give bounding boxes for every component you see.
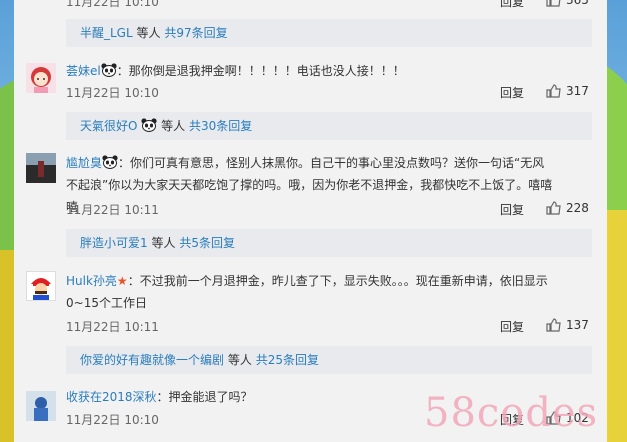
comment-username[interactable]: 荟妹el	[66, 64, 101, 78]
like-count: 137	[566, 318, 589, 332]
reply-summary-text: 等人	[161, 119, 186, 133]
reply-count-link[interactable]: 共25条回复	[256, 353, 319, 367]
avatar[interactable]	[26, 153, 56, 183]
like-button[interactable]: 228	[546, 201, 589, 215]
comment-username[interactable]: Hulk孙亮	[66, 274, 117, 288]
thumbs-up-icon	[546, 201, 561, 215]
avatar[interactable]	[26, 63, 56, 93]
reply-summary-text: 等人	[151, 236, 176, 250]
watermark: 58codes	[424, 390, 599, 436]
comment-time: 11月22日 10:10	[66, 86, 159, 100]
like-button[interactable]: 317	[546, 84, 589, 98]
like-count: 365	[566, 0, 589, 7]
thumbs-up-icon	[546, 318, 561, 332]
panda-emoji-icon	[141, 118, 157, 132]
reply-button[interactable]: 回复	[500, 201, 524, 218]
reply-count-link[interactable]: 共97条回复	[164, 26, 227, 40]
avatar[interactable]	[26, 271, 56, 301]
comment-time: 11月22日 10:11	[66, 203, 159, 217]
star-badge-icon: ★	[116, 274, 128, 288]
comments-panel: 11月22日 10:10 回复 365 半醒_LGL 等人 共97条回复 荟妹e…	[14, 0, 607, 442]
reply-summary-bar[interactable]: 你爱的好有趣就像一个编剧 等人 共25条回复	[66, 346, 592, 374]
thumbs-up-icon	[546, 84, 561, 98]
reply-button[interactable]: 回复	[500, 84, 524, 101]
panda-emoji-icon	[101, 63, 117, 77]
reply-button[interactable]: 回复	[500, 0, 524, 10]
reply-user-link[interactable]: 天氣很好O	[80, 119, 137, 133]
reply-count-link[interactable]: 共5条回复	[179, 236, 235, 250]
reply-count-link[interactable]: 共30条回复	[189, 119, 252, 133]
thumbs-up-icon	[546, 0, 561, 7]
comment-username[interactable]: 尴尬臭	[66, 156, 102, 170]
reply-button[interactable]: 回复	[500, 318, 524, 335]
reply-user-link[interactable]: 胖造小可爱1	[80, 236, 148, 250]
reply-summary-text: 等人	[227, 353, 252, 367]
comment-time: 11月22日 10:11	[66, 320, 159, 334]
comment-time: 11月22日 10:10	[66, 0, 159, 9]
panda-emoji-icon	[102, 155, 118, 169]
reply-summary-text: 等人	[136, 26, 161, 40]
comment-text: ：那你倒是退我押金啊！！！！！电话也没人接！！！	[116, 64, 405, 78]
comment-body: 荟妹el ：那你倒是退我押金啊！！！！！电话也没人接！！！	[66, 60, 566, 82]
like-button[interactable]: 365	[546, 0, 589, 7]
reply-summary-bar[interactable]: 天氣很好O 等人 共30条回复	[66, 112, 592, 140]
like-count: 317	[566, 84, 589, 98]
comment-username[interactable]: 收获在2018深秋	[66, 390, 157, 404]
comment-text: ：不过我前一个月退押金，昨儿查了下，显示失败。。。现在重新申请，依旧显示0~15…	[66, 274, 548, 310]
reply-summary-bar[interactable]: 半醒_LGL 等人 共97条回复	[66, 19, 592, 47]
reply-user-link[interactable]: 你爱的好有趣就像一个编剧	[80, 353, 224, 367]
comment-time: 11月22日 10:10	[66, 413, 159, 427]
comment-text: ：押金能退了吗？	[156, 390, 253, 404]
reply-summary-bar[interactable]: 胖造小可爱1 等人 共5条回复	[66, 229, 592, 257]
avatar[interactable]	[26, 391, 56, 421]
like-button[interactable]: 137	[546, 318, 589, 332]
comment-body: Hulk孙亮★：不过我前一个月退押金，昨儿查了下，显示失败。。。现在重新申请，依…	[66, 270, 566, 314]
like-count: 228	[566, 201, 589, 215]
reply-user-link[interactable]: 半醒_LGL	[80, 26, 133, 40]
